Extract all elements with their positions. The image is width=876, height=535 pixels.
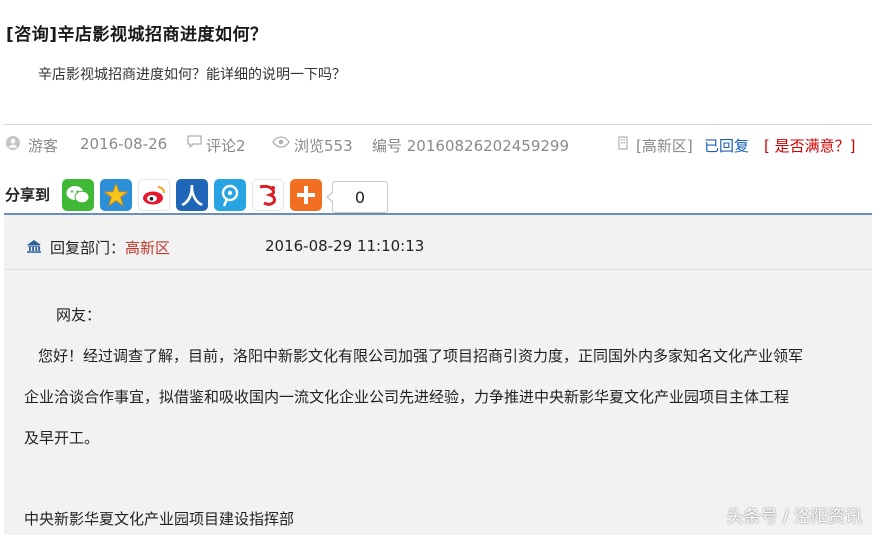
post-number: 编号 20160826202459299 (372, 137, 570, 155)
replied-status: 已回复 (704, 137, 750, 155)
divider (4, 124, 872, 125)
qzone-icon[interactable] (100, 179, 132, 211)
eye-icon (272, 136, 290, 152)
reply-date: 2016-08-29 11:10:13 (265, 237, 425, 255)
wechat-icon[interactable] (62, 179, 94, 211)
weibo-icon[interactable] (138, 179, 170, 211)
satisfaction-link[interactable]: [ 是否满意？] (764, 135, 855, 156)
more-icon[interactable] (290, 179, 322, 211)
reply-signature: 中央新影华夏文化产业园项目建设指挥部 (24, 510, 295, 528)
page-title: [咨询]辛店影视城招商进度如何？ (6, 25, 268, 45)
comment-icon (187, 135, 202, 152)
tencent-weibo-icon[interactable] (214, 179, 246, 211)
reply-panel (4, 215, 872, 535)
post-date: 2016-08-26 (80, 135, 168, 153)
share-label: 分享到 (5, 186, 51, 204)
dept-label: 回复部门： (50, 239, 126, 257)
department-icon (27, 240, 41, 253)
question-text: 辛店影视城招商进度如何？能详细的说明一下吗？ (38, 67, 346, 83)
views-count: 浏览553 (294, 137, 353, 155)
reply-greeting: 网友： (56, 306, 102, 324)
reply-line: 您好！经过调查了解，目前，洛阳中新影文化有限公司加强了项目招商引资力度，正同国外… (38, 347, 804, 365)
renren-icon[interactable]: 人 (176, 179, 208, 211)
share-count: 0 (326, 181, 388, 213)
comments-link[interactable]: 评论2 (206, 135, 246, 156)
divider (4, 269, 872, 270)
reply-line: 企业洽谈合作事宜，拟借鉴和吸收国内一流文化企业公司先进经验，力争推进中央新影华夏… (24, 388, 790, 406)
user-icon (6, 136, 20, 154)
reply-line: 及早开工。 (24, 429, 100, 447)
author: 游客 (28, 137, 59, 155)
kaixin-icon[interactable] (252, 179, 284, 211)
watermark: 头条号 / 洛阳资讯 (726, 507, 862, 527)
dept-name[interactable]: 高新区 (125, 239, 170, 257)
reply-department: 回复部门：高新区 (50, 237, 170, 258)
building-icon (617, 136, 629, 154)
region-tag[interactable]: [高新区] (636, 135, 693, 156)
